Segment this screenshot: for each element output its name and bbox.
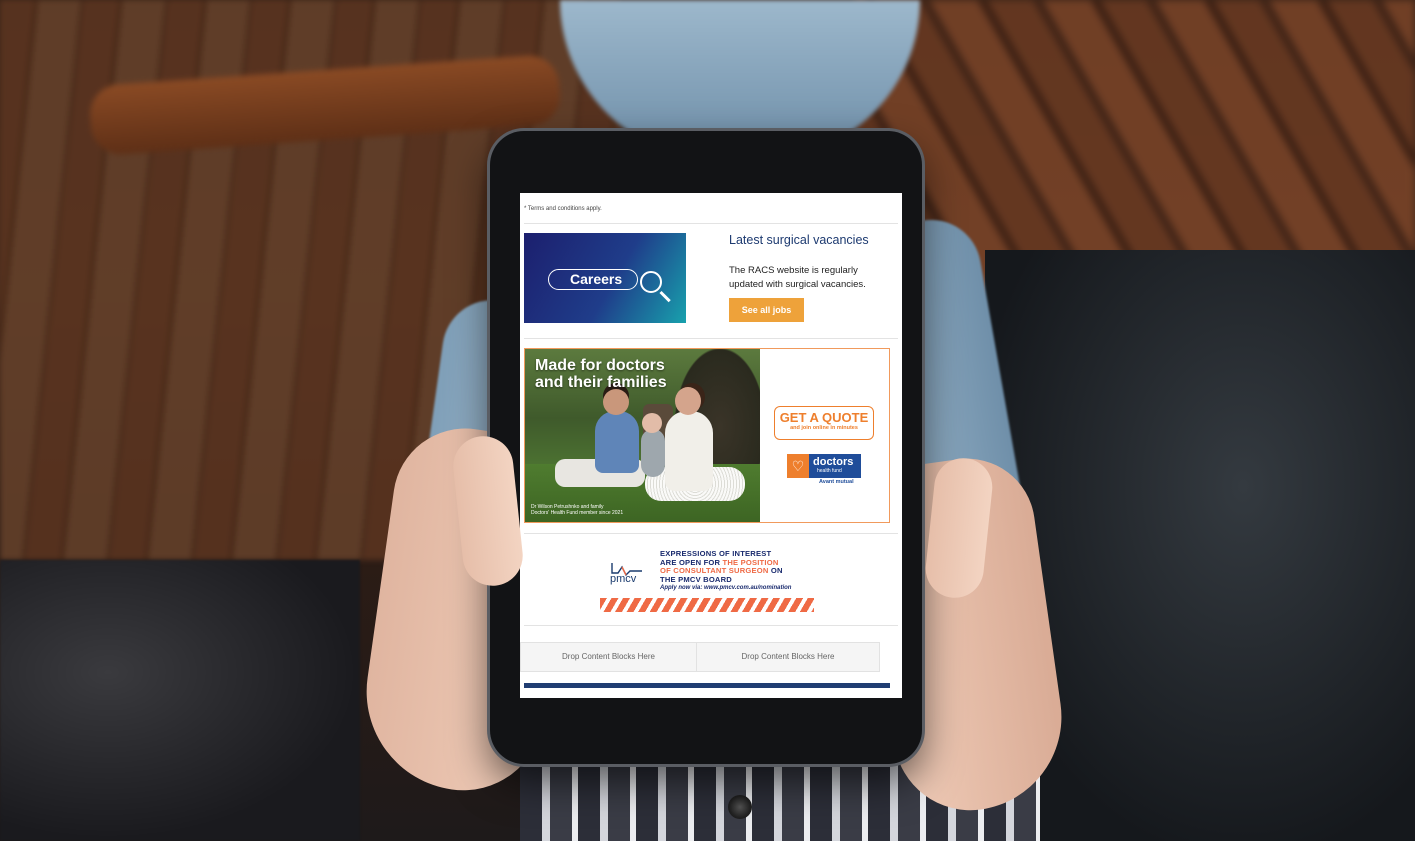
magnifier-handle (659, 290, 671, 303)
quote-sub: and join online in minutes (790, 425, 858, 431)
caption-line-2: Doctors' Health Fund member since 2021 (531, 510, 624, 516)
pmcv-wordmark: pmcv (610, 573, 637, 585)
ad-headline: Made for doctors and their families (535, 357, 667, 391)
divider (524, 223, 898, 224)
divider (524, 338, 898, 339)
man (595, 411, 639, 473)
baby (641, 429, 665, 477)
tablet-device: * Terms and conditions apply. Careers La… (490, 131, 922, 764)
careers-banner[interactable]: Careers (524, 233, 686, 323)
terms-note: * Terms and conditions apply. (524, 206, 602, 212)
woman-head (675, 387, 701, 415)
email-screen: * Terms and conditions apply. Careers La… (520, 193, 902, 698)
ad-caption: Dr Wilson Petrushnko and family Doctors'… (531, 504, 623, 516)
drop-zone-right[interactable]: Drop Content Blocks Here (696, 642, 880, 672)
avant-mutual-logo: Avant mutual (819, 479, 854, 485)
headline-line-1: Made for doctors (535, 357, 665, 374)
doctors-health-fund-logo: ♡ doctors health fund (787, 454, 861, 478)
woman (665, 411, 713, 491)
hazard-stripes (600, 598, 814, 612)
magnifier-icon (640, 271, 662, 293)
see-all-jobs-button[interactable]: See all jobs (729, 298, 804, 322)
pmcv-line-3b: ON (768, 566, 783, 576)
leather-chair-left (0, 560, 360, 841)
baby-head (642, 413, 662, 433)
headline-line-2: and their families (535, 374, 667, 391)
footer-bar (524, 683, 890, 688)
get-a-quote-button[interactable]: GET A QUOTE and join online in minutes (774, 406, 874, 440)
man-head (603, 389, 629, 415)
family-photo: Made for doctors and their families Dr W… (525, 349, 760, 522)
brand-word: doctors (813, 456, 854, 468)
doctors-health-fund-ad[interactable]: Made for doctors and their families Dr W… (524, 348, 890, 523)
shirt-button (728, 795, 752, 819)
divider (524, 625, 898, 626)
vacancies-title: Latest surgical vacancies (729, 233, 869, 247)
divider (524, 533, 898, 534)
heart-icon: ♡ (787, 454, 809, 478)
pmcv-line-4: THE PMCV BOARD (660, 574, 732, 584)
pmcv-apply-link[interactable]: Apply now via: www.pmcv.com.au/nominatio… (660, 585, 791, 591)
pmcv-announcement[interactable]: EXPRESSIONS OF INTEREST ARE OPEN FOR THE… (660, 549, 783, 584)
drop-zone-left[interactable]: Drop Content Blocks Here (520, 642, 697, 672)
quote-main: GET A QUOTE (779, 410, 869, 425)
vacancies-body: The RACS website is regularly updated wi… (729, 265, 866, 290)
careers-label: Careers (570, 271, 623, 287)
brand-sub: health fund (817, 468, 842, 474)
